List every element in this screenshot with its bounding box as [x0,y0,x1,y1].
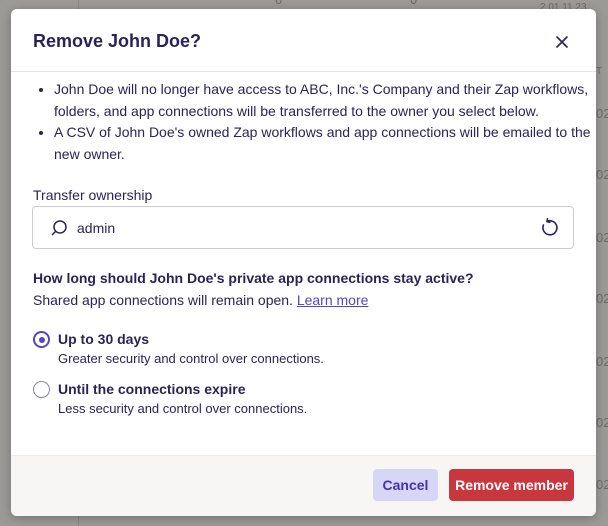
radio-button-unselected[interactable] [33,381,50,398]
background-text: 02 [596,415,608,430]
background-text: 0 [275,0,282,7]
close-icon [556,36,568,48]
learn-more-link[interactable]: Learn more [297,292,369,308]
connections-subtext: Shared app connections will remain open.… [33,292,368,308]
background-text: 02 [596,477,608,492]
connections-question: How long should John Doe's private app c… [33,270,474,286]
option-description: Greater security and control over connec… [58,351,324,366]
option-up-to-30-days[interactable]: Up to 30 days Greater security and contr… [33,331,553,371]
background-text: 02 [596,167,608,182]
removal-consequences-list: John Doe will no longer have access to A… [32,79,596,165]
background-text: 02 [596,291,608,306]
remove-member-dialog: Remove John Doe? John Doe will no longer… [11,9,596,516]
background-text: 0 [410,0,417,7]
background-text: 02 [596,354,608,369]
transfer-owner-input[interactable] [77,207,517,248]
dialog-footer: Cancel Remove member [11,455,596,516]
dialog-title: Remove John Doe? [33,31,202,51]
list-item: John Doe will no longer have access to A… [54,79,596,122]
background-text: 02 [596,106,608,121]
close-button[interactable] [551,31,573,53]
option-description: Less security and control over connectio… [58,401,308,416]
reset-icon[interactable] [538,217,560,239]
option-title: Until the connections expire [58,381,246,397]
list-item: A CSV of John Doe's owned Zap workflows … [54,122,596,165]
remove-member-button[interactable]: Remove member [449,469,574,501]
cancel-button[interactable]: Cancel [373,469,438,501]
dialog-header: Remove John Doe? [11,9,596,72]
option-until-expire[interactable]: Until the connections expire Less securi… [33,381,553,421]
search-icon [51,220,67,236]
radio-button-selected[interactable] [33,331,50,348]
option-title: Up to 30 days [58,331,150,347]
subtext-label: Shared app connections will remain open. [33,292,293,308]
background-text: T [596,66,603,77]
transfer-ownership-label: Transfer ownership [33,187,153,203]
transfer-ownership-field[interactable] [32,206,574,249]
background-text: 02 [596,230,608,245]
